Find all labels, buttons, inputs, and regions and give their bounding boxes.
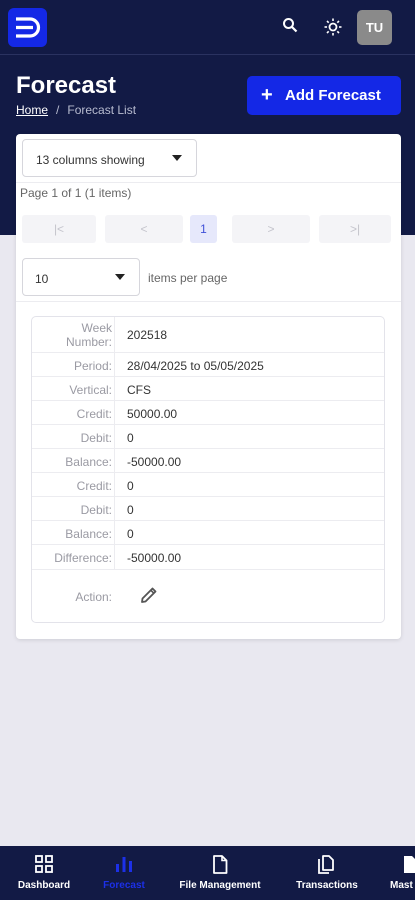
breadcrumb: Home / Forecast List (16, 103, 136, 117)
breadcrumb-separator: / (56, 103, 60, 117)
breadcrumb-home-link[interactable]: Home (16, 103, 48, 117)
edit-icon[interactable] (139, 585, 159, 610)
divider (16, 182, 401, 183)
record-row-vertical: Vertical: CFS (32, 377, 384, 401)
field-label: Debit: (80, 431, 112, 445)
nav-item-transactions[interactable]: Transactions (288, 846, 366, 900)
field-value: 0 (127, 431, 134, 445)
pager-next-button[interactable]: > (232, 215, 310, 243)
search-icon[interactable] (282, 17, 298, 38)
caret-down-icon (172, 155, 182, 161)
copy-icon (318, 855, 334, 874)
field-label: Week Number: (65, 321, 112, 349)
page-size-select[interactable]: 10 (22, 258, 140, 296)
field-value: 0 (127, 503, 134, 517)
record-row-period: Period: 28/04/2025 to 05/05/2025 (32, 353, 384, 377)
record-row-balance: Balance: -50000.00 (32, 449, 384, 473)
page-info: Page 1 of 1 (1 items) (20, 186, 132, 200)
current-page-number: 1 (200, 222, 207, 236)
record-row-difference: Difference: -50000.00 (32, 545, 384, 570)
prev-page-icon: < (140, 222, 148, 236)
field-label: Balance: (65, 527, 112, 541)
top-app-bar: TU (0, 0, 415, 55)
columns-select-value: 13 columns showing (36, 153, 145, 167)
document-icon (404, 856, 415, 873)
pager-last-button[interactable]: >| (319, 215, 391, 243)
divider (16, 301, 401, 302)
page-title: Forecast (16, 72, 117, 99)
nav-item-file-management[interactable]: File Management (172, 846, 268, 900)
field-label: Balance: (65, 455, 112, 469)
field-value: -50000.00 (127, 551, 182, 565)
field-label: Action: (75, 590, 112, 604)
next-page-icon: > (267, 222, 275, 236)
pager-prev-button[interactable]: < (105, 215, 183, 243)
bar-chart-icon (116, 857, 132, 872)
add-forecast-label: Add Forecast (285, 87, 381, 104)
field-value: 202518 (127, 328, 168, 342)
field-value: CFS (127, 383, 151, 397)
record-row-debit-2: Debit: 0 (32, 497, 384, 521)
caret-down-icon (115, 274, 125, 280)
nav-label: File Management (179, 880, 261, 891)
nav-label: Transactions (296, 880, 358, 891)
field-value: -50000.00 (127, 455, 182, 469)
columns-select[interactable]: 13 columns showing (22, 139, 197, 177)
dashboard-icon (35, 855, 53, 873)
record-row-balance-2: Balance: 0 (32, 521, 384, 545)
field-value: 0 (127, 527, 134, 541)
record-row-action: Action: (32, 570, 384, 622)
field-label: Credit: (76, 479, 112, 493)
field-label: Vertical: (69, 383, 112, 397)
last-page-icon: >| (349, 222, 361, 236)
field-value: 28/04/2025 to 05/05/2025 (127, 359, 264, 373)
pager-page-1[interactable]: 1 (190, 215, 217, 243)
field-label: Debit: (80, 503, 112, 517)
app-logo[interactable] (8, 8, 47, 47)
field-label: Credit: (76, 407, 112, 421)
record-row-credit-2: Credit: 0 (32, 473, 384, 497)
add-forecast-button[interactable]: + Add Forecast (247, 76, 401, 115)
field-value: 0 (127, 479, 134, 493)
nav-item-forecast[interactable]: Forecast (92, 846, 156, 900)
nav-label: Forecast (103, 880, 145, 891)
nav-item-dashboard[interactable]: Dashboard (8, 846, 80, 900)
plus-icon: + (261, 84, 273, 106)
user-avatar[interactable]: TU (357, 10, 392, 45)
nav-label: Dashboard (17, 880, 71, 891)
breadcrumb-current: Forecast List (67, 103, 137, 117)
record-row-credit: Credit: 50000.00 (32, 401, 384, 425)
page-size-value: 10 (35, 272, 49, 286)
pager-first-button[interactable]: |< (22, 215, 96, 243)
brightness-icon[interactable] (324, 18, 342, 41)
file-icon (213, 855, 228, 874)
items-per-page-label: items per page (148, 271, 228, 285)
field-label: Period: (73, 359, 112, 373)
nav-item-master[interactable]: Mast (388, 846, 415, 900)
record-row-debit: Debit: 0 (32, 425, 384, 449)
field-value: 50000.00 (127, 407, 178, 421)
nav-label: Mast (390, 880, 413, 891)
first-page-icon: |< (53, 222, 65, 236)
record-row-week-number: Week Number: 202518 (32, 318, 384, 353)
field-label: Difference: (54, 551, 112, 565)
